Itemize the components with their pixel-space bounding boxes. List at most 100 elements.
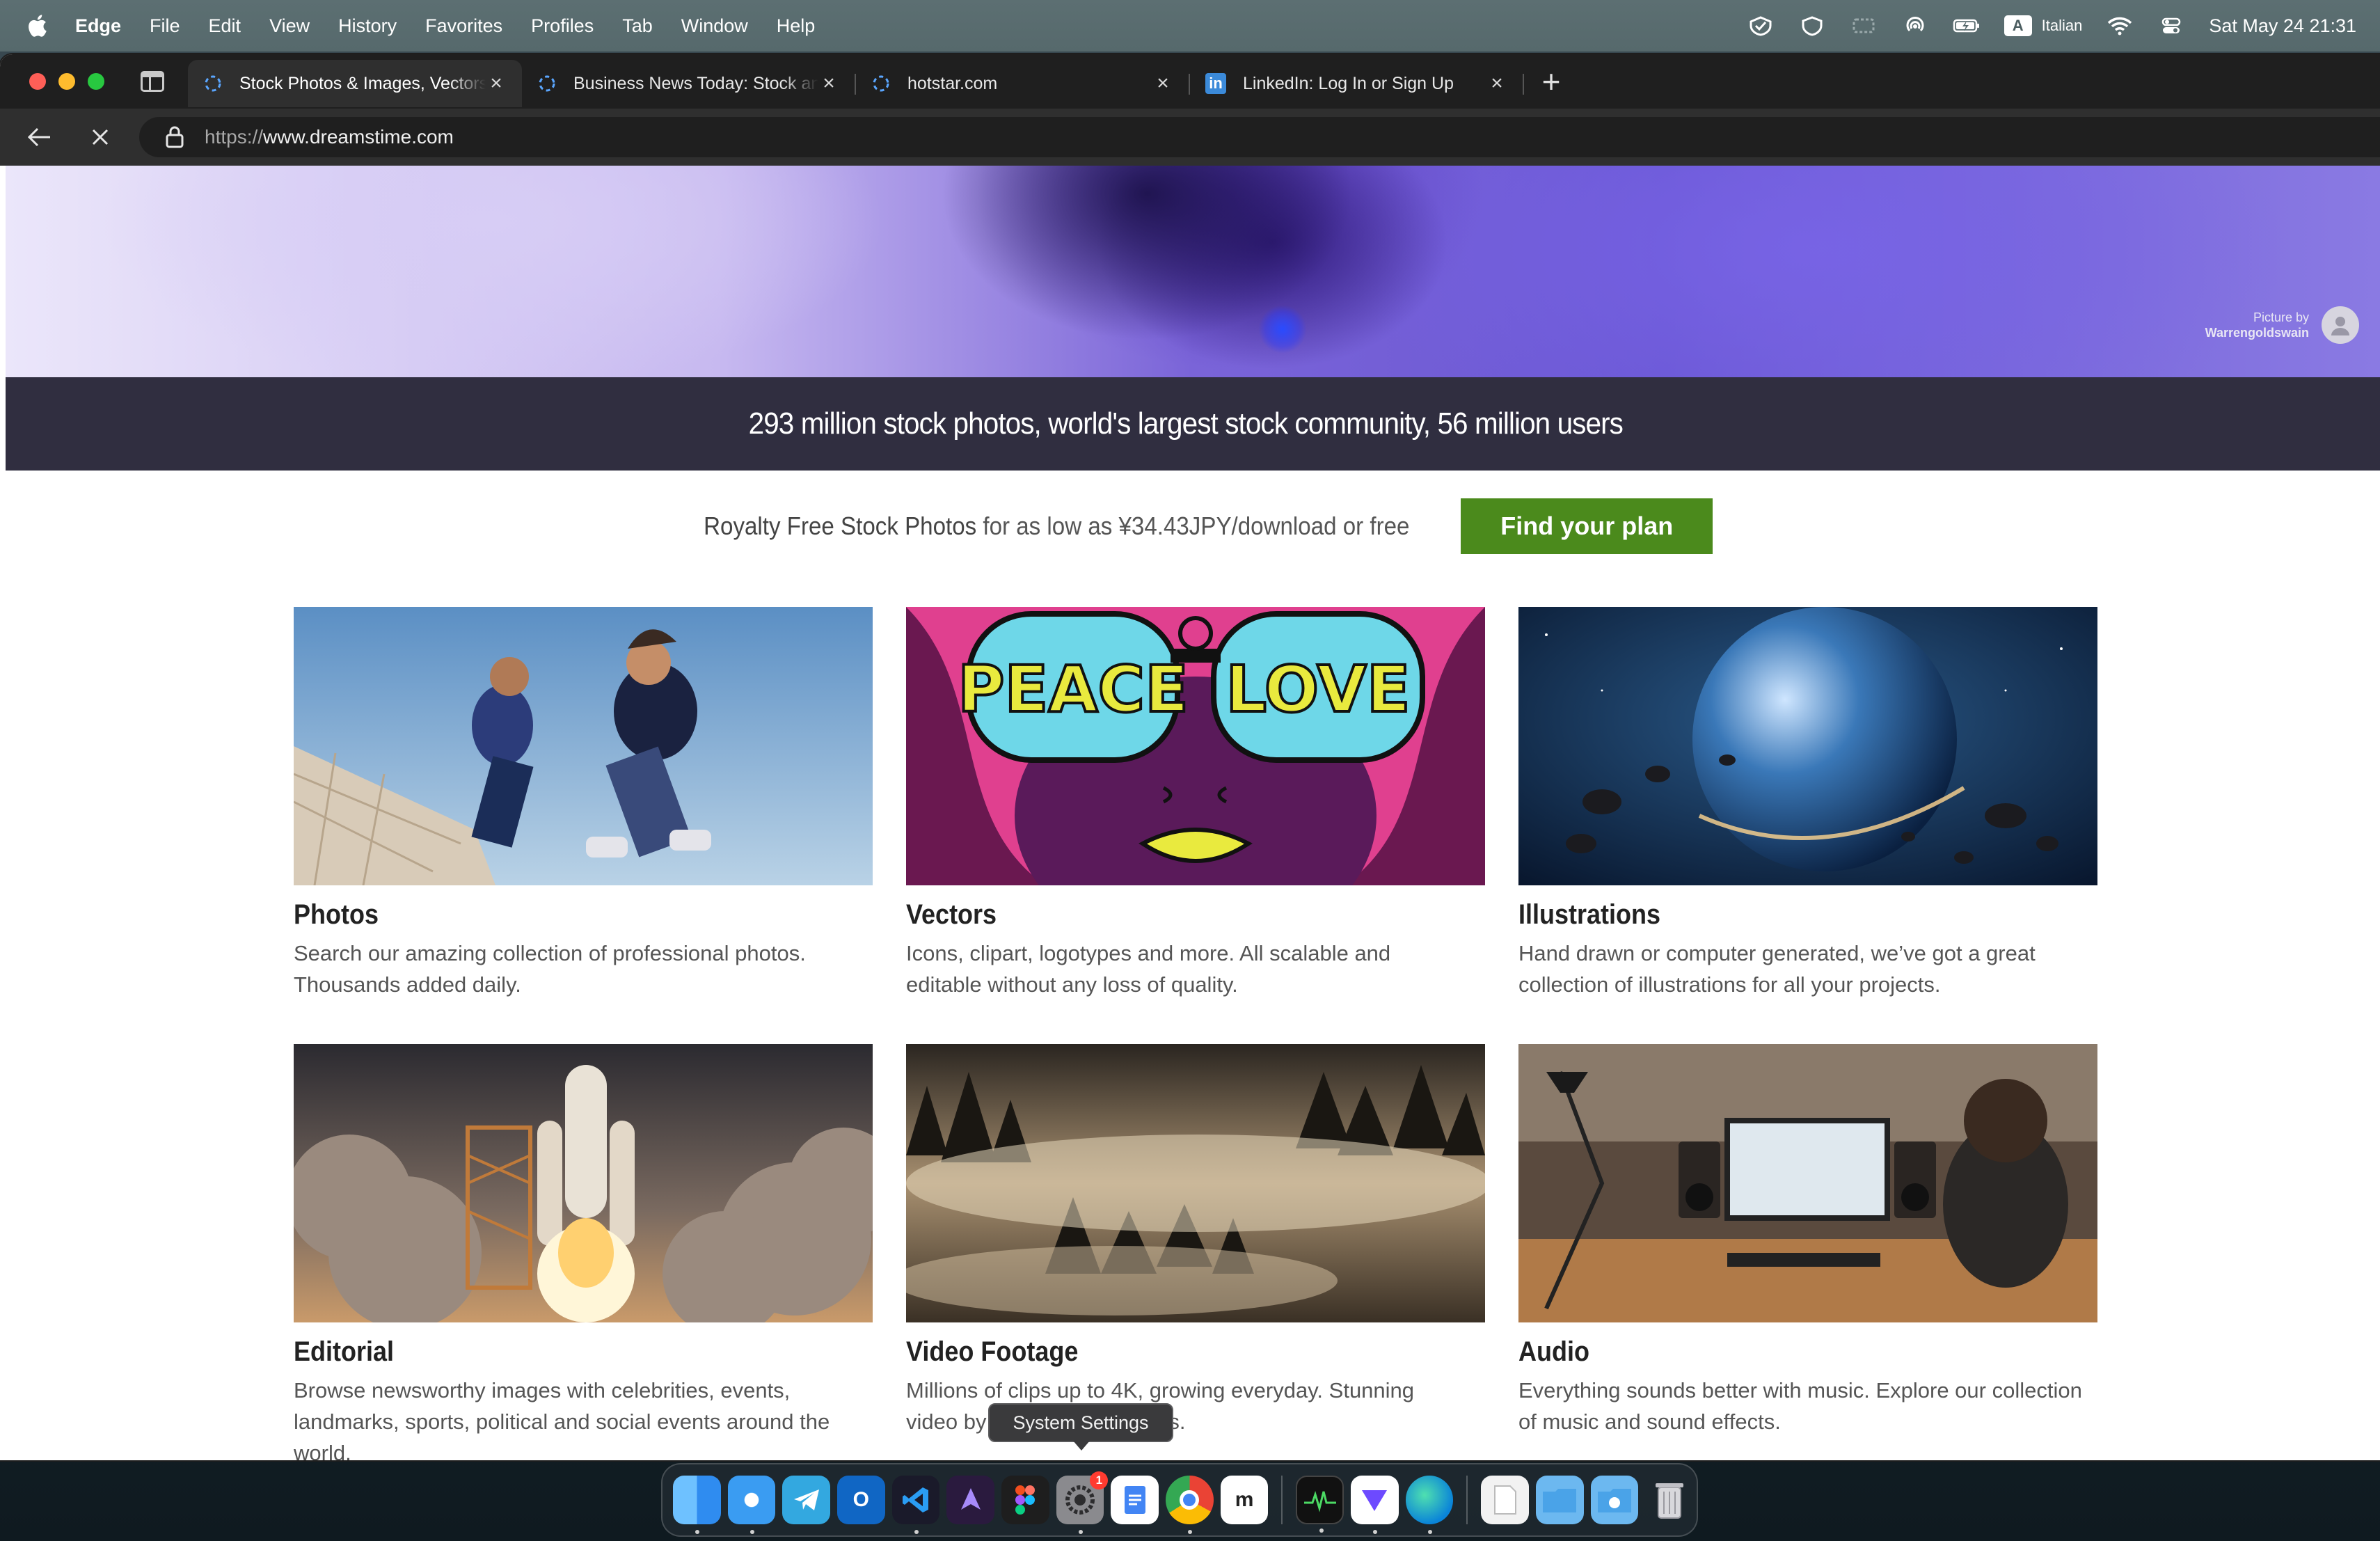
- category-title[interactable]: Illustrations: [1518, 899, 2040, 931]
- downloads-icon[interactable]: [1590, 1476, 1639, 1524]
- editorial-thumbnail[interactable]: [294, 1044, 873, 1322]
- category-card-editorial[interactable]: Editorial Browse newsworthy images with …: [294, 1044, 873, 1460]
- vectors-image: PEACE LOVE: [906, 607, 1485, 885]
- miro-icon[interactable]: m: [1220, 1476, 1269, 1524]
- tab-title: LinkedIn: Log In or Sign Up: [1243, 73, 1454, 93]
- photos-thumbnail[interactable]: [294, 607, 873, 885]
- tab-dreamstime[interactable]: Stock Photos & Images, Vectors ×: [188, 60, 522, 107]
- photos-image: [294, 607, 873, 885]
- tab-linkedin[interactable]: in LinkedIn: Log In or Sign Up ×: [1190, 60, 1523, 107]
- shield-icon[interactable]: [1798, 15, 1826, 36]
- loading-spinner-icon: [873, 75, 889, 92]
- tab-title: hotstar.com: [907, 73, 998, 93]
- category-card-vectors[interactable]: PEACE LOVE Vectors Icons, clipart, logot…: [906, 607, 1485, 1000]
- audio-image: [1518, 1044, 2097, 1322]
- apple-icon[interactable]: [26, 14, 47, 38]
- hero-figure: [729, 166, 1564, 377]
- figma-icon[interactable]: [1001, 1476, 1049, 1524]
- category-title[interactable]: Photos: [294, 899, 815, 931]
- close-window-button[interactable]: [29, 73, 46, 90]
- activity-monitor-icon[interactable]: [1296, 1476, 1344, 1533]
- menu-tab[interactable]: Tab: [622, 15, 653, 37]
- telegram-icon[interactable]: [782, 1476, 831, 1524]
- menu-history[interactable]: History: [338, 15, 397, 37]
- file-icon[interactable]: [1481, 1476, 1530, 1524]
- airdrop-icon[interactable]: [1901, 15, 1929, 36]
- lock-icon[interactable]: [164, 125, 185, 149]
- vectors-thumbnail[interactable]: PEACE LOVE: [906, 607, 1485, 885]
- linkedin-icon: in: [1205, 73, 1226, 94]
- close-tab-icon[interactable]: ×: [486, 72, 507, 95]
- menu-edit[interactable]: Edit: [209, 15, 241, 37]
- notification-badge: 1: [1090, 1471, 1109, 1489]
- edge-icon[interactable]: [1405, 1476, 1454, 1534]
- tab-business-news[interactable]: Business News Today: Stock and ×: [522, 60, 855, 107]
- battery-icon[interactable]: [1953, 15, 1981, 36]
- input-source-label[interactable]: Italian: [2042, 17, 2083, 35]
- control-center-icon[interactable]: [2157, 15, 2185, 36]
- finder-icon[interactable]: [673, 1476, 721, 1534]
- hero-image: Picture by Warrengoldswain: [6, 166, 2380, 377]
- tab-bar: Stock Photos & Images, Vectors × Busines…: [0, 54, 2380, 109]
- hero-light: [1258, 305, 1307, 354]
- safari-icon[interactable]: [727, 1476, 776, 1534]
- audio-thumbnail[interactable]: [1518, 1044, 2097, 1322]
- close-tab-icon[interactable]: ×: [1152, 72, 1173, 95]
- minimize-window-button[interactable]: [58, 73, 75, 90]
- video-footage-thumbnail[interactable]: [906, 1044, 1485, 1322]
- system-settings-icon[interactable]: 1: [1056, 1471, 1109, 1534]
- vpn-status-icon[interactable]: [1747, 15, 1775, 36]
- category-title[interactable]: Audio: [1518, 1336, 2040, 1368]
- category-title[interactable]: Vectors: [906, 899, 1427, 931]
- menubar-clock[interactable]: Sat May 24 21:31: [2209, 15, 2356, 37]
- category-card-video-footage[interactable]: Video Footage Millions of clips up to 4K…: [906, 1044, 1485, 1437]
- avatar[interactable]: [2322, 306, 2359, 344]
- find-your-plan-button[interactable]: Find your plan: [1461, 498, 1713, 554]
- video-footage-image: [906, 1044, 1485, 1322]
- wifi-icon[interactable]: [2106, 15, 2134, 36]
- menu-view[interactable]: View: [269, 15, 310, 37]
- input-source-icon[interactable]: A: [2004, 15, 2032, 36]
- close-tab-icon[interactable]: ×: [1486, 72, 1507, 95]
- perplexity-icon[interactable]: [946, 1476, 995, 1524]
- category-card-illustrations[interactable]: Illustrations Hand drawn or computer gen…: [1518, 607, 2097, 1000]
- sidebar-toggle-icon[interactable]: [141, 71, 164, 92]
- photo-credit[interactable]: Picture by Warrengoldswain: [2205, 306, 2359, 344]
- screen-mirroring-icon[interactable]: [1850, 15, 1878, 36]
- docs-icon[interactable]: [1111, 1476, 1159, 1524]
- illustrations-thumbnail[interactable]: [1518, 607, 2097, 885]
- menu-favorites[interactable]: Favorites: [425, 15, 502, 37]
- url-text[interactable]: https://www.dreamstime.com: [205, 126, 454, 148]
- arrow-left-icon: [27, 127, 50, 147]
- menu-file[interactable]: File: [150, 15, 180, 37]
- category-description: Icons, clipart, logotypes and more. All …: [906, 941, 1391, 997]
- new-tab-button[interactable]: +: [1534, 63, 1569, 100]
- category-card-audio[interactable]: Audio Everything sounds better with musi…: [1518, 1044, 2097, 1437]
- zoom-window-button[interactable]: [88, 73, 104, 90]
- tab-strip: Stock Photos & Images, Vectors × Busines…: [188, 60, 1524, 109]
- address-bar[interactable]: https://www.dreamstime.com: [139, 117, 2380, 157]
- menu-profiles[interactable]: Profiles: [531, 15, 594, 37]
- category-card-photos[interactable]: Photos Search our amazing collection of …: [294, 607, 873, 1000]
- vscode-icon[interactable]: [891, 1476, 940, 1534]
- tab-hotstar[interactable]: hotstar.com ×: [856, 60, 1189, 107]
- pricing-text-bold: Royalty Free Stock Photos: [703, 512, 976, 540]
- outlook-icon[interactable]: O: [837, 1476, 885, 1524]
- browser-toolbar: https://www.dreamstime.com: [0, 109, 2380, 166]
- back-button[interactable]: [24, 122, 54, 152]
- menu-app-name[interactable]: Edge: [75, 15, 121, 37]
- category-title[interactable]: Editorial: [294, 1336, 815, 1368]
- tagline-banner: 293 million stock photos, world's larges…: [6, 377, 2380, 471]
- category-title[interactable]: Video Footage: [906, 1336, 1427, 1368]
- dock: O 1 m: [661, 1463, 1698, 1537]
- category-description: Hand drawn or computer generated, we’ve …: [1518, 941, 2036, 997]
- proton-vpn-icon[interactable]: [1351, 1476, 1399, 1534]
- menu-help[interactable]: Help: [777, 15, 816, 37]
- chrome-icon[interactable]: [1166, 1476, 1214, 1534]
- tab-separator: [1523, 74, 1524, 95]
- trash-icon[interactable]: [1645, 1476, 1693, 1524]
- close-tab-icon[interactable]: ×: [818, 72, 839, 95]
- folder-icon[interactable]: [1536, 1476, 1584, 1524]
- stop-loading-button[interactable]: [85, 122, 116, 152]
- menu-window[interactable]: Window: [681, 15, 748, 37]
